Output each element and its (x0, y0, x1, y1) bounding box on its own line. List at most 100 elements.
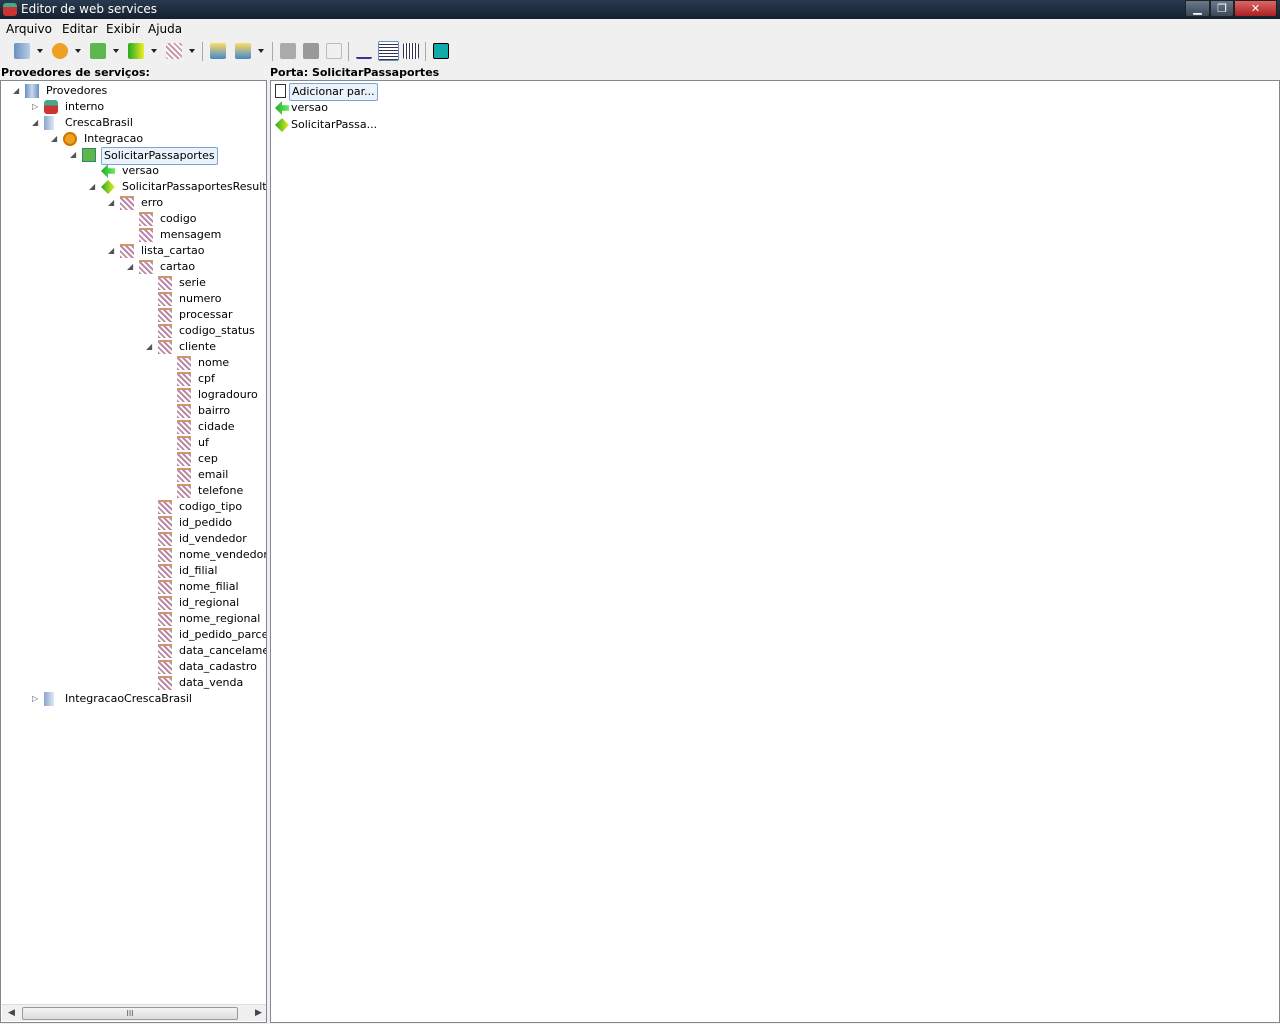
collapse-toggle-icon[interactable]: ◢ (51, 135, 59, 143)
tree-item-label: id_filial (179, 564, 218, 577)
tree-item[interactable]: ◢ SolicitarPassaportesResult (1, 179, 266, 195)
tree-item-label: email (198, 468, 229, 481)
tree-item[interactable]: data_cancelamento (1, 643, 266, 659)
arrow-both-icon-button[interactable] (128, 43, 144, 59)
import-icon-button[interactable] (210, 43, 226, 59)
tree-item[interactable]: nome_regional (1, 611, 266, 627)
tree-item[interactable]: serie (1, 275, 266, 291)
field-icon (158, 548, 172, 562)
tree-item[interactable]: telefone (1, 483, 266, 499)
field-icon (158, 516, 172, 530)
small-icons-view-button[interactable] (356, 43, 372, 59)
tree-item[interactable]: ▷ IntegracaoCrescaBrasil (1, 691, 266, 707)
tree-item[interactable]: numero (1, 291, 266, 307)
menu-ajuda[interactable]: Ajuda (148, 22, 182, 36)
horizontal-scrollbar[interactable]: ◀ III ▶ (2, 1004, 266, 1021)
close-button[interactable]: ✕ (1234, 0, 1277, 17)
tree-item[interactable]: codigo (1, 211, 266, 227)
port-contents-list[interactable]: Adicionar par... versao SolicitarPassa... (270, 80, 1280, 1023)
tree-item[interactable]: id_pedido (1, 515, 266, 531)
tree-item[interactable]: cep (1, 451, 266, 467)
collapse-toggle-icon[interactable]: ◢ (146, 343, 154, 351)
tree-item[interactable]: codigo_status (1, 323, 266, 339)
field-icon-button[interactable] (166, 43, 182, 59)
chevron-down-icon[interactable] (75, 49, 81, 53)
provider-icon-button[interactable] (14, 43, 30, 59)
tree-item[interactable]: cpf (1, 371, 266, 387)
collapse-toggle-icon[interactable]: ◢ (108, 199, 116, 207)
tree-item[interactable]: mensagem (1, 227, 266, 243)
tree-item[interactable]: ◢ Provedores (1, 83, 266, 99)
tree-item[interactable]: ◢ SolicitarPassaportes (1, 147, 266, 165)
tree-item-label: cpf (198, 372, 215, 385)
providers-tree[interactable]: ◀ III ▶ ◢ Provedores ▷ interno ◢ CrescaBrasil… (0, 80, 267, 1023)
tree-item[interactable]: ◢ erro (1, 195, 266, 211)
copy-icon-button[interactable] (303, 43, 319, 59)
tree-item[interactable]: id_vendedor (1, 531, 266, 547)
tree-item[interactable]: id_filial (1, 563, 266, 579)
tree-item[interactable]: ◢ lista_cartao (1, 243, 266, 259)
tree-item[interactable]: bairro (1, 403, 266, 419)
tree-item[interactable]: uf (1, 435, 266, 451)
toolbar-separator (202, 42, 203, 61)
gear-icon-button[interactable] (52, 43, 68, 59)
chevron-down-icon[interactable] (37, 49, 43, 53)
expand-toggle-icon[interactable]: ▷ (32, 695, 40, 703)
exit-icon-button[interactable] (433, 43, 449, 59)
tree-item-label: id_pedido (179, 516, 233, 529)
tree-item[interactable]: ◢ cartao (1, 259, 266, 275)
tree-item[interactable]: logradouro (1, 387, 266, 403)
collapse-toggle-icon[interactable]: ◢ (89, 183, 97, 191)
chevron-down-icon[interactable] (151, 49, 157, 53)
list-item[interactable]: SolicitarPassa... (273, 117, 473, 133)
list-item[interactable]: versao (273, 100, 473, 116)
chevron-down-icon[interactable] (189, 49, 195, 53)
tree-item[interactable]: ◢ cliente (1, 339, 266, 355)
collapse-toggle-icon[interactable]: ◢ (13, 87, 21, 95)
toolbar-separator (348, 42, 349, 61)
tree-item-label: id_regional (179, 596, 240, 609)
arrow-both-icon (101, 180, 115, 194)
expand-toggle-icon[interactable]: ▷ (32, 103, 40, 111)
tree-item[interactable]: nome (1, 355, 266, 371)
collapse-toggle-icon[interactable]: ◢ (32, 119, 40, 127)
restore-button[interactable]: ❐ (1210, 0, 1234, 17)
tree-item[interactable]: versao (1, 163, 266, 179)
tree-item-label: nome_vendedor (179, 548, 267, 561)
details-view-button[interactable] (403, 43, 419, 59)
undo-icon-button[interactable] (326, 43, 342, 59)
tree-item[interactable]: data_venda (1, 675, 266, 691)
tree-item[interactable]: data_cadastro (1, 659, 266, 675)
collapse-toggle-icon[interactable]: ◢ (70, 151, 78, 159)
tree-item[interactable]: ▷ interno (1, 99, 266, 115)
tree-item[interactable]: id_pedido_parceiro (1, 627, 266, 643)
tree-item[interactable]: nome_vendedor (1, 547, 267, 563)
collapse-toggle-icon[interactable]: ◢ (127, 263, 135, 271)
tree-item-label: interno (65, 100, 105, 113)
tree-item[interactable]: ◢ CrescaBrasil (1, 115, 266, 131)
chevron-down-icon[interactable] (258, 49, 264, 53)
collapse-toggle-icon[interactable]: ◢ (108, 247, 116, 255)
arrow-left-icon (101, 164, 115, 178)
tree-item[interactable]: ◢ Integracao (1, 131, 266, 147)
tree-item[interactable]: cidade (1, 419, 266, 435)
menu-editar[interactable]: Editar (62, 22, 98, 36)
list-item[interactable]: Adicionar par... (273, 83, 473, 101)
export-icon-button[interactable] (235, 43, 251, 59)
tree-item[interactable]: processar (1, 307, 266, 323)
field-icon (158, 308, 172, 322)
menu-arquivo[interactable]: Arquivo (6, 22, 52, 36)
scrollbar-thumb[interactable]: III (22, 1007, 238, 1020)
tree-item[interactable]: id_regional (1, 595, 266, 611)
scroll-left-icon[interactable]: ◀ (8, 1008, 15, 1018)
port-icon-button[interactable] (90, 43, 106, 59)
menu-exibir[interactable]: Exibir (106, 22, 140, 36)
stop-icon-button[interactable] (280, 43, 296, 59)
scroll-right-icon[interactable]: ▶ (255, 1008, 262, 1018)
tree-item[interactable]: nome_filial (1, 579, 266, 595)
tree-item[interactable]: codigo_tipo (1, 499, 266, 515)
tree-item[interactable]: email (1, 467, 266, 483)
list-view-button[interactable] (378, 41, 399, 61)
minimize-button[interactable]: ▁ (1185, 0, 1210, 17)
chevron-down-icon[interactable] (113, 49, 119, 53)
